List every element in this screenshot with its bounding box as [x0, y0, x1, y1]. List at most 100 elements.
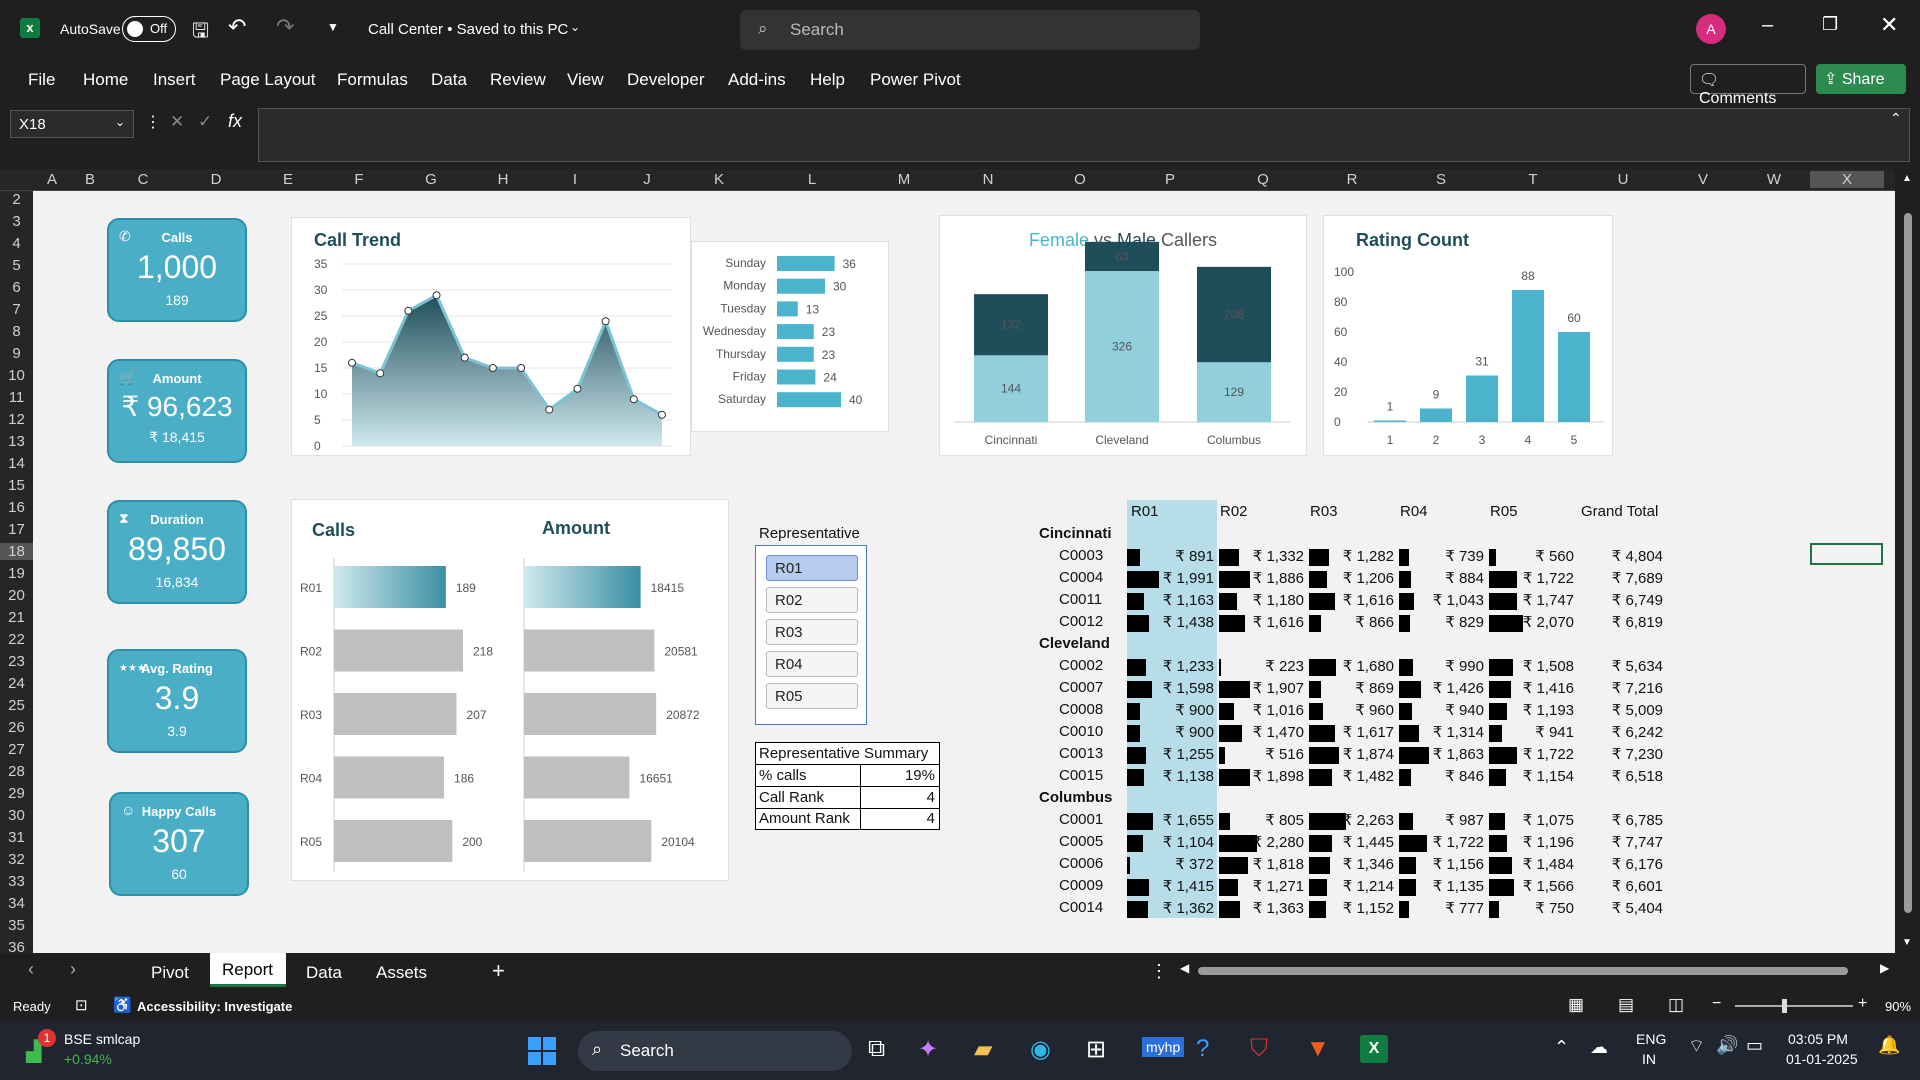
undo-icon[interactable]: ↶: [228, 14, 246, 40]
menu-view[interactable]: View: [567, 70, 604, 90]
sheet-tab-pivot[interactable]: Pivot: [151, 963, 189, 983]
enter-icon[interactable]: ✓: [198, 112, 212, 132]
column-header[interactable]: S: [1426, 171, 1456, 188]
select-all-corner[interactable]: [0, 169, 33, 191]
wifi-icon[interactable]: ⌔: [1688, 1035, 1705, 1058]
edge-icon[interactable]: ◉: [1030, 1035, 1051, 1064]
row-header[interactable]: 16: [0, 499, 33, 516]
zoom-out-icon[interactable]: −: [1712, 995, 1721, 1013]
row-header[interactable]: 5: [0, 257, 33, 274]
zoom-level[interactable]: 90%: [1885, 999, 1911, 1014]
row-header[interactable]: 21: [0, 609, 33, 626]
column-header[interactable]: O: [1065, 171, 1095, 188]
close-icon[interactable]: ✕: [1880, 12, 1898, 38]
worksheet-grid[interactable]: ✆ Calls 1,000 189 🛒 Amount ₹ 96,623 ₹ 18…: [33, 191, 1895, 953]
column-header[interactable]: B: [75, 171, 105, 188]
column-header[interactable]: D: [201, 171, 231, 188]
column-header[interactable]: A: [37, 171, 67, 188]
macro-record-icon[interactable]: ⊡: [75, 996, 88, 1014]
volume-icon[interactable]: 🔊: [1716, 1035, 1738, 1056]
more-icon[interactable]: ⋮: [145, 112, 161, 132]
row-header[interactable]: 15: [0, 477, 33, 494]
expand-icon[interactable]: ⌃: [1890, 110, 1902, 127]
column-header[interactable]: I: [560, 171, 590, 188]
column-header[interactable]: M: [889, 171, 919, 188]
row-header[interactable]: 12: [0, 411, 33, 428]
row-header[interactable]: 23: [0, 653, 33, 670]
comments-button[interactable]: 🗨 Comments: [1690, 64, 1806, 107]
vertical-scrollbar[interactable]: ▲ ▼: [1895, 169, 1920, 953]
mcafee-icon[interactable]: ⛉: [1250, 1035, 1268, 1063]
avatar[interactable]: A: [1696, 14, 1726, 44]
sheet-tab-assets[interactable]: Assets: [376, 963, 427, 983]
excel-taskbar-icon[interactable]: X: [1360, 1035, 1388, 1063]
row-header[interactable]: 7: [0, 301, 33, 318]
cancel-icon[interactable]: ✕: [170, 112, 184, 132]
column-header[interactable]: J: [632, 171, 662, 188]
fx-icon[interactable]: fx: [228, 111, 242, 132]
share-button[interactable]: ⇪ Share: [1816, 64, 1906, 94]
menu-developer[interactable]: Developer: [627, 70, 705, 90]
row-header[interactable]: 17: [0, 521, 33, 538]
zoom-slider[interactable]: [1735, 999, 1853, 1013]
column-header[interactable]: X: [1810, 171, 1884, 188]
row-header[interactable]: 4: [0, 235, 33, 252]
row-header[interactable]: 9: [0, 345, 33, 362]
menu-insert[interactable]: Insert: [153, 70, 196, 90]
cloud-icon[interactable]: ☁: [1590, 1037, 1608, 1058]
row-header[interactable]: 34: [0, 895, 33, 912]
hp-icon[interactable]: myhp: [1142, 1037, 1185, 1057]
sheet-tab-report[interactable]: Report: [210, 953, 286, 987]
menu-page-layout[interactable]: Page Layout: [220, 70, 315, 90]
row-header[interactable]: 33: [0, 873, 33, 890]
row-header[interactable]: 11: [0, 389, 33, 406]
zoom-in-icon[interactable]: +: [1858, 995, 1867, 1013]
scroll-right-icon[interactable]: ▶: [1880, 961, 1889, 975]
column-header[interactable]: Q: [1248, 171, 1278, 188]
column-header[interactable]: E: [273, 171, 303, 188]
column-header[interactable]: F: [344, 171, 374, 188]
menu-review[interactable]: Review: [490, 70, 546, 90]
row-header[interactable]: 3: [0, 213, 33, 230]
row-header[interactable]: 24: [0, 675, 33, 692]
column-header[interactable]: V: [1688, 171, 1718, 188]
search-box[interactable]: ⌕ Search: [740, 10, 1200, 50]
page-layout-view-icon[interactable]: ▤: [1618, 995, 1634, 1015]
scroll-down-icon[interactable]: ▼: [1902, 937, 1912, 948]
menu-data[interactable]: Data: [431, 70, 467, 90]
accessibility-status[interactable]: Accessibility: Investigate: [137, 999, 292, 1014]
row-header[interactable]: 26: [0, 719, 33, 736]
column-header[interactable]: K: [704, 171, 734, 188]
menu-help[interactable]: Help: [810, 70, 845, 90]
minimize-icon[interactable]: –: [1762, 14, 1773, 37]
restore-icon[interactable]: ❐: [1822, 14, 1838, 35]
column-header[interactable]: R: [1337, 171, 1367, 188]
scroll-thumb[interactable]: [1904, 213, 1912, 913]
menu-file[interactable]: File: [28, 70, 55, 90]
row-header[interactable]: 6: [0, 279, 33, 296]
help-icon[interactable]: ?: [1196, 1035, 1209, 1063]
selected-cell[interactable]: [1810, 543, 1883, 565]
menu-home[interactable]: Home: [83, 70, 128, 90]
add-sheet-icon[interactable]: +: [492, 958, 505, 984]
next-sheet-icon[interactable]: ›: [70, 959, 76, 980]
column-header[interactable]: U: [1608, 171, 1638, 188]
column-header[interactable]: T: [1518, 171, 1548, 188]
store-icon[interactable]: ⊞: [1086, 1035, 1106, 1064]
battery-icon[interactable]: ▭: [1746, 1035, 1763, 1056]
row-header[interactable]: 10: [0, 367, 33, 384]
copilot-icon[interactable]: ✦: [918, 1035, 938, 1064]
taskbar-search[interactable]: ⌕ Search: [578, 1031, 852, 1071]
pivot-table[interactable]: R01 R02 R03 R04 R05 Grand Total Cincinnati C000…: [33, 191, 1895, 953]
row-header[interactable]: 35: [0, 917, 33, 934]
redo-icon[interactable]: ↷: [276, 14, 294, 40]
task-view-icon[interactable]: ⧉: [868, 1035, 885, 1063]
menu-add-ins[interactable]: Add-ins: [728, 70, 786, 90]
notifications-icon[interactable]: 🔔: [1878, 1035, 1900, 1056]
chevron-down-icon[interactable]: ⌄: [570, 20, 580, 34]
menu-power-pivot[interactable]: Power Pivot: [870, 70, 961, 90]
row-header[interactable]: 14: [0, 455, 33, 472]
accessibility-icon[interactable]: ♿: [113, 996, 132, 1014]
column-header[interactable]: L: [797, 171, 827, 188]
row-header[interactable]: 18: [0, 543, 33, 560]
